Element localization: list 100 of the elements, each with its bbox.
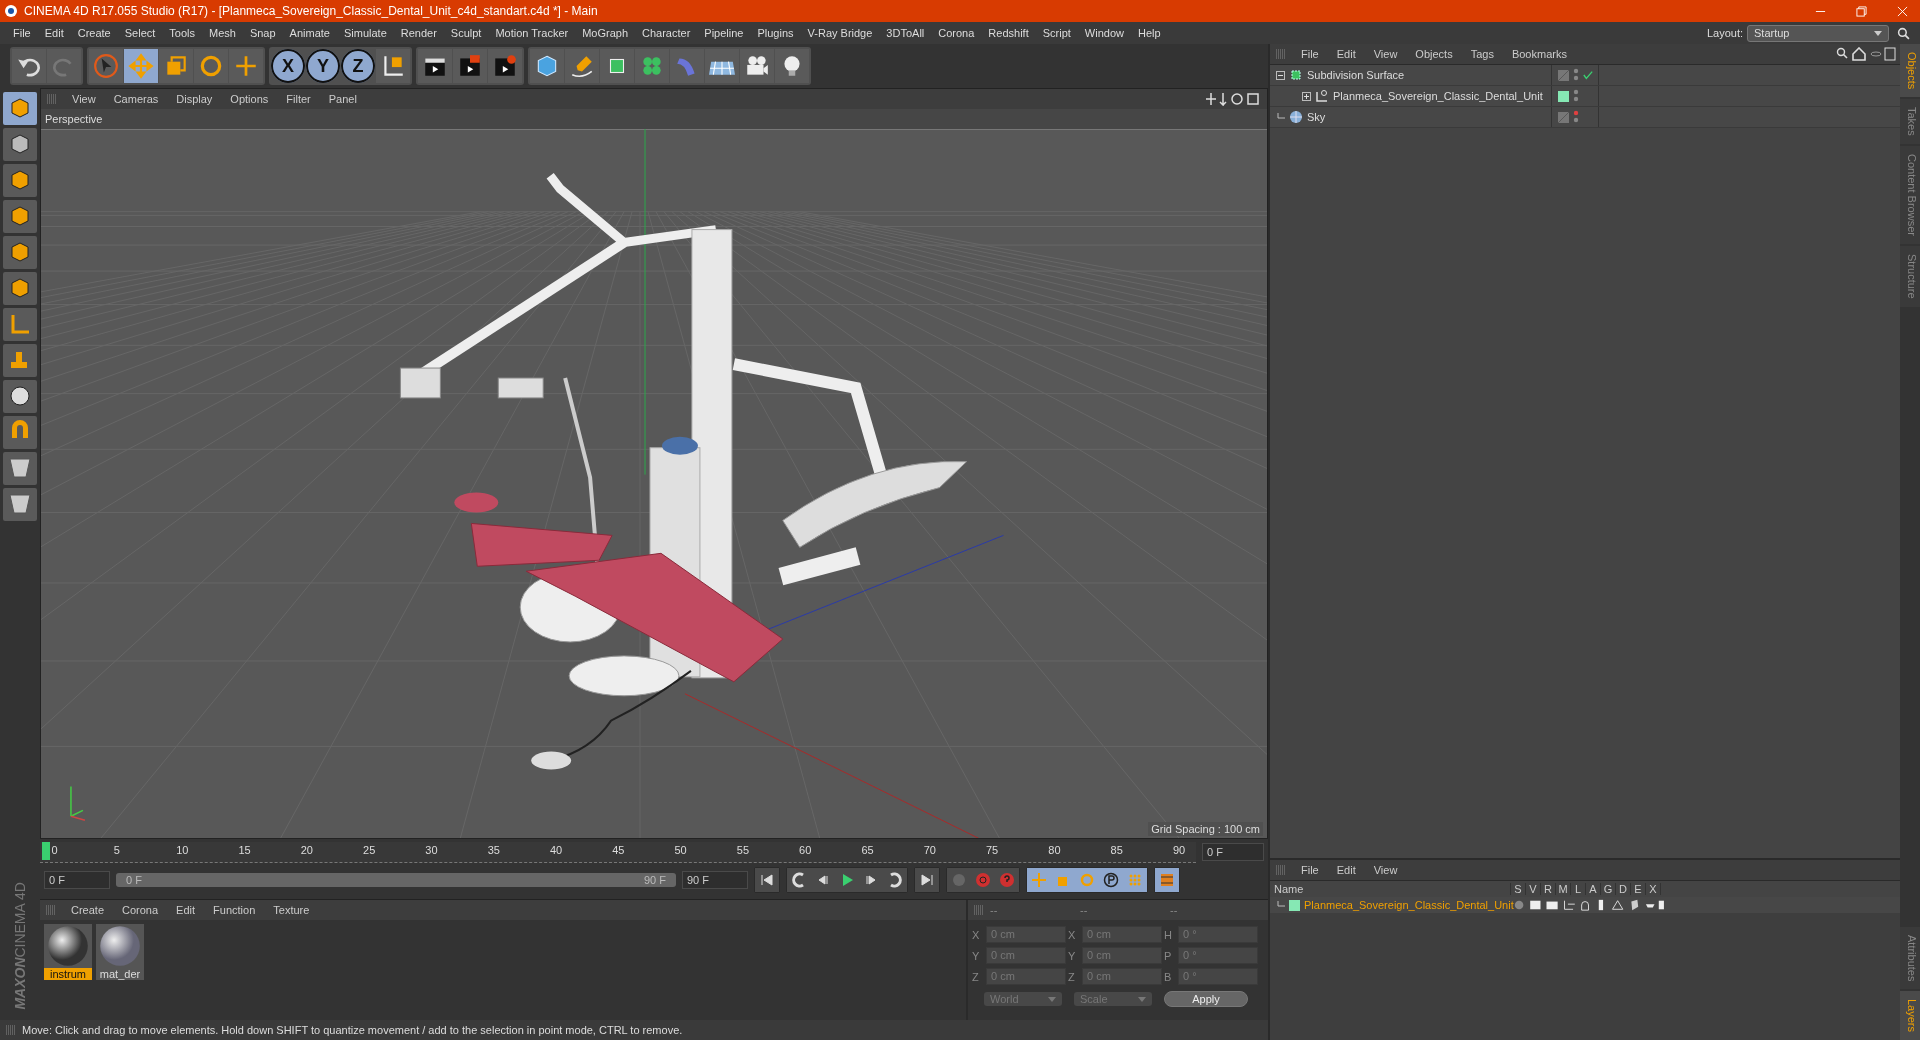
menu-item[interactable]: Texture bbox=[264, 904, 319, 917]
menu-item[interactable]: Corona bbox=[113, 904, 168, 917]
grid-lock-button[interactable] bbox=[3, 452, 37, 485]
object-row[interactable]: Subdivision Surface bbox=[1270, 65, 1900, 86]
viewport-menu-item[interactable]: Filter bbox=[277, 93, 320, 105]
menu-item[interactable]: Window bbox=[1077, 27, 1131, 39]
light-button[interactable] bbox=[775, 49, 809, 83]
menu-item[interactable]: Pipeline bbox=[697, 27, 751, 39]
panel-tools-icon[interactable] bbox=[1836, 47, 1896, 61]
point-level-button[interactable] bbox=[1123, 868, 1147, 893]
side-tab[interactable]: Objects bbox=[1900, 44, 1920, 98]
cube-button[interactable] bbox=[3, 92, 37, 125]
move-key-button[interactable] bbox=[1027, 868, 1051, 893]
column-header[interactable]: D bbox=[1616, 883, 1631, 895]
pen-button[interactable] bbox=[565, 49, 599, 83]
camera-button[interactable] bbox=[740, 49, 774, 83]
move-tool-button[interactable] bbox=[229, 49, 263, 83]
object-row[interactable]: Sky bbox=[1270, 107, 1900, 128]
view-navigation-icon[interactable] bbox=[1205, 92, 1261, 106]
menu-item[interactable]: Create bbox=[62, 904, 114, 917]
menu-item[interactable]: Edit bbox=[1327, 864, 1365, 876]
start-frame-field[interactable]: 0 F bbox=[44, 871, 110, 890]
menu-item[interactable]: 3DToAll bbox=[879, 27, 932, 39]
menu-item[interactable]: Edit bbox=[37, 27, 71, 39]
undo-button[interactable] bbox=[12, 49, 46, 83]
menu-item[interactable]: Motion Tracker bbox=[488, 27, 576, 39]
menu-item[interactable]: Mesh bbox=[202, 27, 243, 39]
grid-plane-button[interactable] bbox=[3, 164, 37, 197]
current-frame-field[interactable]: 0 F bbox=[1202, 843, 1264, 862]
axis-lock-button[interactable]: Y bbox=[306, 49, 340, 83]
menu-item[interactable]: Script bbox=[1035, 27, 1078, 39]
column-header[interactable]: R bbox=[1541, 883, 1556, 895]
axis-lock-button[interactable]: Z bbox=[341, 49, 375, 83]
menu-item[interactable]: Redshift bbox=[981, 27, 1036, 39]
visibility-dots-icon[interactable] bbox=[1573, 110, 1579, 124]
menu-item[interactable]: Corona bbox=[931, 27, 982, 39]
material-swatch[interactable]: instrum bbox=[44, 924, 92, 981]
menu-item[interactable]: Edit bbox=[167, 904, 205, 917]
close-icon[interactable] bbox=[1897, 5, 1908, 17]
menu-item[interactable]: MoGraph bbox=[575, 27, 636, 39]
floor-button[interactable] bbox=[705, 49, 739, 83]
column-header[interactable]: V bbox=[1526, 883, 1541, 895]
expander-icon[interactable] bbox=[1302, 91, 1311, 101]
menu-item[interactable]: V-Ray Bridge bbox=[800, 27, 880, 39]
expander-icon[interactable] bbox=[1276, 70, 1285, 80]
render-settings-button[interactable] bbox=[488, 49, 522, 83]
menu-item[interactable]: File bbox=[1292, 864, 1328, 876]
timeline-button[interactable] bbox=[1155, 868, 1179, 893]
cloner-button[interactable] bbox=[635, 49, 669, 83]
menu-item[interactable]: Plugins bbox=[750, 27, 801, 39]
render-view-button[interactable] bbox=[418, 49, 452, 83]
cube-button[interactable] bbox=[530, 49, 564, 83]
viewport-menu-item[interactable]: Panel bbox=[319, 93, 366, 105]
axis-lock-button[interactable]: X bbox=[271, 49, 305, 83]
menu-item[interactable]: Create bbox=[70, 27, 118, 39]
side-tab[interactable]: Layers bbox=[1900, 990, 1920, 1040]
viewport-menu-item[interactable]: Display bbox=[167, 93, 222, 105]
checker-cube-button[interactable] bbox=[3, 128, 37, 161]
column-header[interactable]: L bbox=[1571, 883, 1586, 895]
column-header[interactable]: E bbox=[1631, 883, 1646, 895]
menu-item[interactable]: Function bbox=[204, 904, 265, 917]
cube-points-button[interactable] bbox=[3, 200, 37, 233]
cube-edges-button[interactable] bbox=[3, 236, 37, 269]
viewport-menu-item[interactable]: View bbox=[63, 93, 105, 105]
timeline-ruler[interactable]: 0 5 10 15 20 25 30 35 40 45 50 55 60 65 70 75 80 85 90 bbox=[40, 841, 1196, 863]
menu-item[interactable]: Snap bbox=[242, 27, 283, 39]
menu-item[interactable]: Tools bbox=[162, 27, 202, 39]
search-icon[interactable] bbox=[1897, 26, 1910, 40]
scale-tool-button[interactable] bbox=[159, 49, 193, 83]
menu-item[interactable]: Bookmarks bbox=[1502, 48, 1576, 60]
menu-item[interactable]: View bbox=[1364, 48, 1407, 60]
menu-item[interactable]: View bbox=[1364, 864, 1407, 876]
column-header[interactable]: S bbox=[1511, 883, 1526, 895]
menu-item[interactable]: Sculpt bbox=[443, 27, 489, 39]
viewport-menu-item[interactable]: Options bbox=[221, 93, 278, 105]
menu-item[interactable]: Select bbox=[117, 27, 163, 39]
visibility-dots-icon[interactable] bbox=[1573, 68, 1579, 82]
cube-faces-button[interactable] bbox=[3, 272, 37, 305]
menu-item[interactable]: Simulate bbox=[336, 27, 394, 39]
material-swatch[interactable]: mat_der bbox=[96, 924, 144, 981]
column-header[interactable]: A bbox=[1586, 883, 1601, 895]
s-circle-button[interactable] bbox=[3, 380, 37, 413]
subdivision-button[interactable] bbox=[600, 49, 634, 83]
menu-item[interactable]: Render bbox=[393, 27, 444, 39]
menu-item[interactable]: File bbox=[6, 27, 38, 39]
playhead[interactable] bbox=[42, 841, 50, 860]
column-header[interactable]: G bbox=[1601, 883, 1616, 895]
column-header[interactable]: X bbox=[1646, 883, 1661, 895]
object-row[interactable]: Planmeca_Sovereign_Classic_Dental_Unit bbox=[1270, 86, 1900, 107]
restore-icon[interactable] bbox=[1856, 5, 1867, 17]
column-header[interactable]: M bbox=[1556, 883, 1571, 895]
end-frame-field[interactable]: 90 F bbox=[682, 871, 748, 890]
menu-item[interactable]: Help bbox=[1130, 27, 1168, 39]
viewport-menu-item[interactable]: Cameras bbox=[104, 93, 168, 105]
menu-item[interactable]: Tags bbox=[1461, 48, 1503, 60]
go-to-end-button[interactable] bbox=[915, 868, 939, 893]
layer-row[interactable]: Planmeca_Sovereign_Classic_Dental_Unit bbox=[1270, 897, 1900, 913]
column-header[interactable]: Name bbox=[1270, 883, 1511, 895]
rotate-tool-button[interactable] bbox=[194, 49, 228, 83]
grid-lock-button[interactable] bbox=[3, 488, 37, 521]
